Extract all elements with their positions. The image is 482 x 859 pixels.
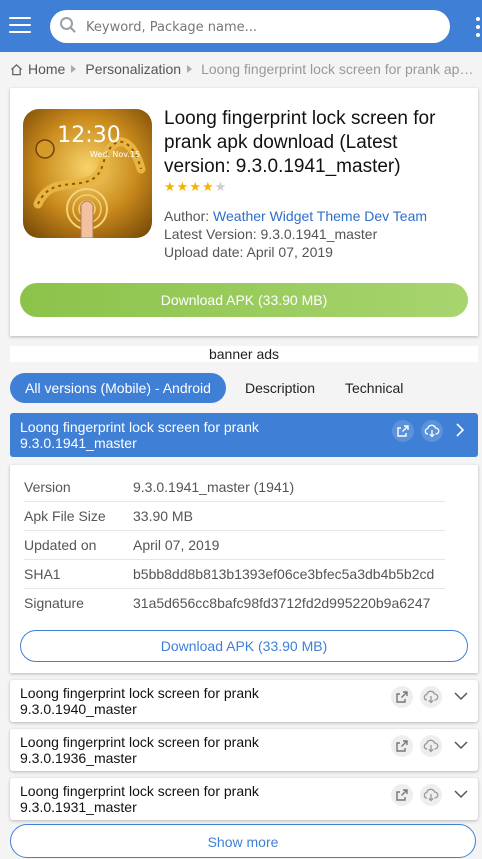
star-icon: ★ — [189, 179, 201, 194]
version-item-expanded[interactable]: Loong fingerprint lock screen for prank … — [10, 413, 478, 457]
breadcrumb: Home Personalization Loong fingerprint l… — [10, 59, 476, 79]
app-icon-clock: 12:30 — [57, 123, 120, 148]
latest-version-line: Latest Version: 9.3.0.1941_master — [164, 226, 377, 242]
menu-icon[interactable] — [9, 14, 31, 36]
home-icon — [10, 63, 23, 75]
version-details-table: Version 9.3.0.1941_master (1941) Apk File… — [24, 473, 445, 617]
author-link[interactable]: Weather Widget Theme Dev Team — [213, 208, 427, 224]
version-item-title: Loong fingerprint lock screen for prank … — [20, 734, 360, 766]
version-item-version: 9.3.0.1941_master — [20, 435, 137, 451]
detail-key: Signature — [24, 595, 84, 611]
external-link-icon[interactable] — [391, 686, 413, 708]
cloud-download-icon[interactable] — [420, 784, 442, 806]
breadcrumb-category[interactable]: Personalization — [85, 61, 181, 77]
breadcrumb-home[interactable]: Home — [28, 61, 65, 77]
author-label: Author: — [164, 208, 210, 224]
star-icon: ★ — [201, 179, 214, 194]
tab-technical[interactable]: Technical — [330, 373, 418, 403]
detail-value: 33.90 MB — [133, 501, 445, 531]
detail-key: SHA1 — [24, 559, 133, 589]
app-icon-date: Wed. Nov.15 — [90, 150, 140, 159]
breadcrumb-current: Loong fingerprint lock screen for prank … — [201, 61, 476, 77]
detail-key: Apk File Size — [24, 501, 133, 531]
version-item-name: Loong fingerprint lock screen for prank — [20, 783, 259, 799]
version-details-card: Version 9.3.0.1941_master (1941) Apk File… — [10, 465, 478, 673]
version-item-title: Loong fingerprint lock screen for prank … — [20, 685, 360, 717]
upload-date-value: April 07, 2019 — [246, 244, 333, 260]
external-link-icon[interactable] — [392, 420, 414, 442]
table-row: Version 9.3.0.1941_master (1941) — [24, 473, 445, 502]
chevron-down-icon[interactable] — [453, 788, 469, 800]
breadcrumb-separator-icon — [187, 65, 193, 73]
version-item-name: Loong fingerprint lock screen for prank — [20, 734, 259, 750]
detail-key: Version — [24, 473, 133, 502]
detail-value: b5bb8dd8b813b1393ef06ce3bfec5a3db4b5b2cd — [133, 559, 445, 589]
tab-bar: All versions (Mobile) - Android Descript… — [10, 373, 478, 403]
version-item[interactable]: Loong fingerprint lock screen for prank … — [10, 680, 478, 722]
version-item-title: Loong fingerprint lock screen for prank … — [20, 783, 360, 815]
author-line: Author: Weather Widget Theme Dev Team — [164, 208, 427, 224]
upload-date-label: Upload date: — [164, 244, 244, 260]
breadcrumb-separator-icon — [71, 65, 77, 73]
version-item-version: 9.3.0.1931_master — [20, 799, 137, 815]
version-item-title: Loong fingerprint lock screen for prank … — [20, 419, 360, 451]
external-link-icon[interactable] — [391, 735, 413, 757]
star-icon: ★ — [164, 179, 176, 194]
banner-ads: banner ads — [10, 346, 478, 362]
latest-version-label: Latest Version: — [164, 226, 257, 242]
more-vert-icon[interactable] — [476, 17, 482, 37]
search-input[interactable] — [84, 10, 444, 45]
table-row: Updated on April 07, 2019 — [24, 530, 445, 560]
download-apk-version-button[interactable]: Download APK (33.90 MB) — [20, 630, 468, 662]
top-bar — [0, 0, 482, 52]
chevron-down-icon[interactable] — [453, 690, 469, 702]
detail-value: April 07, 2019 — [133, 530, 445, 560]
detail-value: 9.3.0.1941_master (1941) — [133, 473, 445, 502]
version-item[interactable]: Loong fingerprint lock screen for prank … — [10, 778, 478, 820]
detail-key: Updated on — [24, 530, 133, 560]
show-more-button[interactable]: Show more — [10, 824, 476, 858]
latest-version-value: 9.3.0.1941_master — [260, 226, 378, 242]
search-icon[interactable] — [60, 17, 73, 30]
version-item[interactable]: Loong fingerprint lock screen for prank … — [10, 729, 478, 771]
rating-stars: ★ ★ ★ ★ ★ — [164, 180, 226, 193]
chevron-right-icon[interactable] — [454, 422, 466, 438]
download-apk-button[interactable]: Download APK (33.90 MB) — [20, 283, 468, 317]
search-box[interactable] — [50, 10, 450, 45]
star-icon: ★ — [214, 179, 227, 194]
tab-description[interactable]: Description — [230, 373, 330, 403]
tab-all-versions[interactable]: All versions (Mobile) - Android — [10, 373, 226, 403]
external-link-icon[interactable] — [391, 784, 413, 806]
version-item-name: Loong fingerprint lock screen for prank — [20, 419, 259, 435]
app-info-card: 12:30 Wed. Nov.15 Loong fingerprint lock… — [10, 88, 478, 336]
table-row: Signature 31a5d656cc8bafc98fd3712fd2d9952… — [24, 589, 445, 618]
cloud-download-icon[interactable] — [420, 686, 442, 708]
chevron-down-icon[interactable] — [453, 739, 469, 751]
cloud-download-icon[interactable] — [420, 735, 442, 757]
star-icon: ★ — [176, 179, 189, 194]
version-item-name: Loong fingerprint lock screen for prank — [20, 685, 259, 701]
version-item-version: 9.3.0.1940_master — [20, 701, 137, 717]
upload-date-line: Upload date: April 07, 2019 — [164, 244, 333, 260]
cloud-download-icon[interactable] — [421, 420, 443, 442]
table-row: SHA1 b5bb8dd8b813b1393ef06ce3bfec5a3db4b5… — [24, 559, 445, 589]
app-icon: 12:30 Wed. Nov.15 — [23, 109, 152, 238]
app-title: Loong fingerprint lock screen for prank … — [164, 108, 436, 177]
version-item-version: 9.3.0.1936_master — [20, 750, 137, 766]
table-row: Apk File Size 33.90 MB — [24, 501, 445, 531]
detail-value: 31a5d656cc8bafc98fd3712fd2d995220b9a6247 — [133, 595, 431, 611]
